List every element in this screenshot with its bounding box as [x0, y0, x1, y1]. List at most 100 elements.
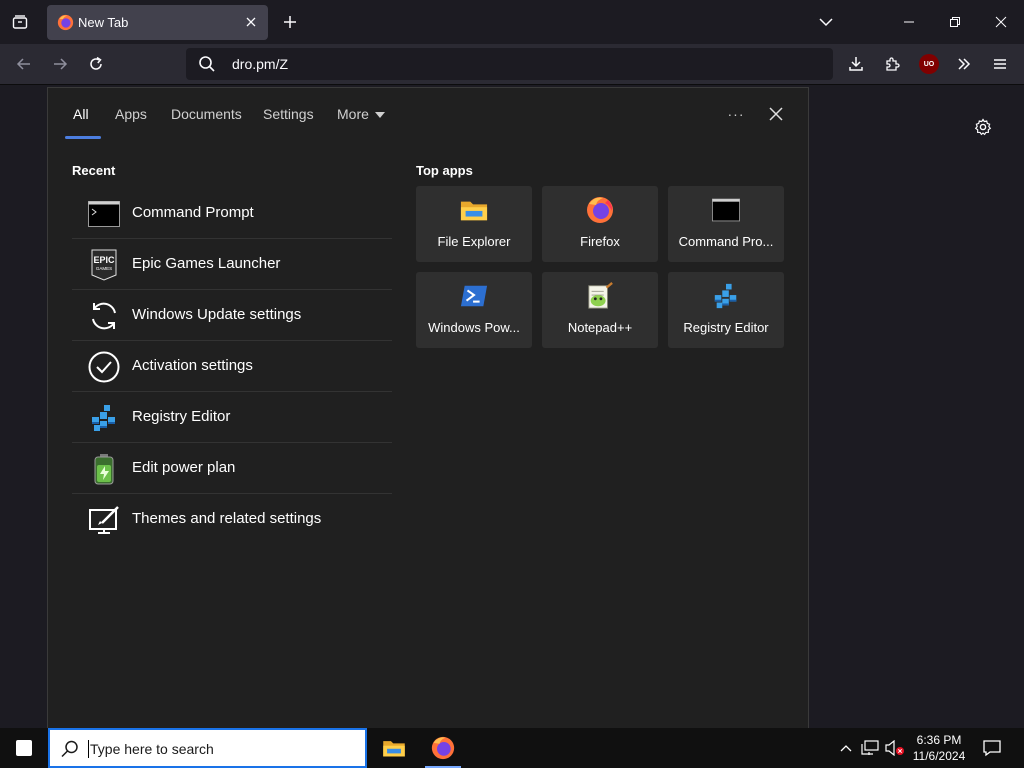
top-app-label: Firefox — [580, 234, 620, 249]
epic-games-icon: EPIC GAMES — [88, 249, 120, 281]
page-settings-button[interactable] — [971, 115, 995, 139]
arrow-right-icon — [54, 58, 68, 70]
firefox-icon — [586, 196, 614, 224]
recent-item-registry-editor[interactable]: Registry Editor — [72, 392, 392, 443]
recent-item-edit-power-plan[interactable]: Edit power plan — [72, 443, 392, 494]
recent-item-label: Activation settings — [132, 357, 253, 374]
list-all-tabs-button[interactable] — [812, 8, 840, 36]
gear-icon — [974, 118, 992, 136]
paint-brush-icon — [88, 504, 120, 536]
navigation-bar: dro.pm/Z UO — [0, 44, 1024, 85]
more-options-button[interactable]: ··· — [724, 102, 748, 126]
battery-icon — [88, 453, 120, 485]
recent-item-windows-update[interactable]: Windows Update settings — [72, 290, 392, 341]
recent-item-label: Registry Editor — [132, 408, 231, 425]
tab-close-button[interactable] — [242, 13, 260, 31]
top-app-registry-editor[interactable]: Registry Editor — [668, 272, 784, 348]
recent-item-label: Command Prompt — [132, 204, 254, 221]
tab-more-label: More — [337, 106, 369, 122]
recent-item-activation-settings[interactable]: Activation settings — [72, 341, 392, 392]
forward-button[interactable] — [46, 50, 74, 78]
firefox-icon — [431, 736, 455, 760]
minimize-icon — [904, 21, 914, 23]
network-button[interactable] — [860, 738, 880, 758]
browser-tab[interactable]: New Tab — [47, 5, 268, 40]
clock-date: 11/6/2024 — [912, 749, 966, 763]
network-icon — [861, 740, 879, 755]
taskbar: Type here to search 6:36 PM 11/6/2024 — [0, 728, 1024, 768]
ublock-origin-extension-icon[interactable]: UO — [919, 54, 939, 74]
top-app-label: Windows Pow... — [428, 320, 520, 335]
extension-badge-text: UO — [923, 60, 935, 68]
tab-more[interactable]: More — [337, 106, 385, 122]
tab-list-button[interactable] — [6, 8, 34, 36]
download-icon — [849, 57, 863, 71]
recent-item-themes-settings[interactable]: Themes and related settings — [72, 494, 392, 545]
top-app-command-prompt[interactable]: Command Pro... — [668, 186, 784, 262]
close-icon — [769, 107, 783, 121]
puzzle-icon — [886, 57, 900, 71]
top-app-label: File Explorer — [437, 234, 511, 249]
tab-documents[interactable]: Documents — [171, 106, 242, 122]
arrow-left-icon — [16, 58, 30, 70]
registry-icon — [712, 282, 740, 310]
top-apps-heading: Top apps — [416, 163, 473, 178]
restore-icon — [950, 17, 960, 27]
url-bar[interactable]: dro.pm/Z — [186, 48, 833, 80]
hamburger-menu-icon — [994, 59, 1006, 69]
close-icon — [995, 16, 1007, 28]
svg-text:GAMES: GAMES — [96, 266, 112, 271]
top-app-notepadpp[interactable]: Notepad++ — [542, 272, 658, 348]
command-prompt-icon — [712, 196, 740, 224]
check-circle-icon — [88, 351, 120, 383]
notification-icon — [983, 740, 1001, 757]
reload-icon — [90, 56, 102, 70]
close-window-button[interactable] — [987, 8, 1015, 36]
overflow-menu-button[interactable] — [950, 50, 978, 78]
volume-button[interactable] — [885, 738, 905, 758]
tab-apps[interactable]: Apps — [115, 106, 147, 122]
clock-time: 6:36 PM — [916, 733, 962, 747]
firefox-icon — [57, 14, 74, 31]
recent-item-label: Epic Games Launcher — [132, 255, 281, 272]
notepadpp-icon — [586, 282, 614, 310]
reload-button[interactable] — [82, 50, 110, 78]
app-menu-button[interactable] — [986, 50, 1014, 78]
text-cursor — [88, 740, 89, 758]
recent-item-command-prompt[interactable]: Command Prompt — [72, 188, 392, 239]
recent-item-label: Edit power plan — [132, 459, 236, 476]
svg-text:EPIC: EPIC — [93, 255, 115, 265]
new-tab-button[interactable] — [278, 10, 302, 34]
search-filter-tabs: All Apps Documents Settings More ··· — [48, 88, 808, 140]
action-center-button[interactable] — [980, 736, 1004, 760]
search-icon — [61, 740, 78, 758]
chevron-up-icon — [840, 745, 852, 752]
close-icon — [246, 17, 256, 27]
restore-button[interactable] — [941, 8, 969, 36]
top-app-firefox[interactable]: Firefox — [542, 186, 658, 262]
start-icon — [16, 740, 32, 756]
taskbar-firefox[interactable] — [419, 728, 467, 768]
extensions-button[interactable] — [878, 50, 906, 78]
show-hidden-icons-button[interactable] — [836, 738, 856, 758]
top-app-label: Notepad++ — [567, 320, 633, 335]
taskbar-clock[interactable]: 6:36 PM 11/6/2024 — [906, 732, 972, 764]
start-button[interactable] — [0, 728, 48, 768]
close-panel-button[interactable] — [764, 102, 788, 126]
top-app-label: Registry Editor — [683, 320, 769, 335]
tab-title: New Tab — [78, 15, 129, 30]
taskbar-file-explorer[interactable] — [370, 728, 418, 768]
double-chevron-right-icon — [958, 58, 971, 70]
tab-settings[interactable]: Settings — [263, 106, 314, 122]
downloads-button[interactable] — [842, 50, 870, 78]
top-app-file-explorer[interactable]: File Explorer — [416, 186, 532, 262]
top-app-windows-powershell[interactable]: Windows Pow... — [416, 272, 532, 348]
back-button[interactable] — [10, 50, 38, 78]
minimize-button[interactable] — [895, 8, 923, 36]
start-search-panel: All Apps Documents Settings More ··· Rec… — [47, 87, 809, 728]
speaker-muted-icon — [885, 740, 904, 756]
tab-all[interactable]: All — [73, 106, 89, 122]
recent-item-epic-games-launcher[interactable]: EPIC GAMES Epic Games Launcher — [72, 239, 392, 290]
recent-item-label: Themes and related settings — [132, 510, 322, 527]
taskbar-search-box[interactable]: Type here to search — [48, 728, 367, 768]
